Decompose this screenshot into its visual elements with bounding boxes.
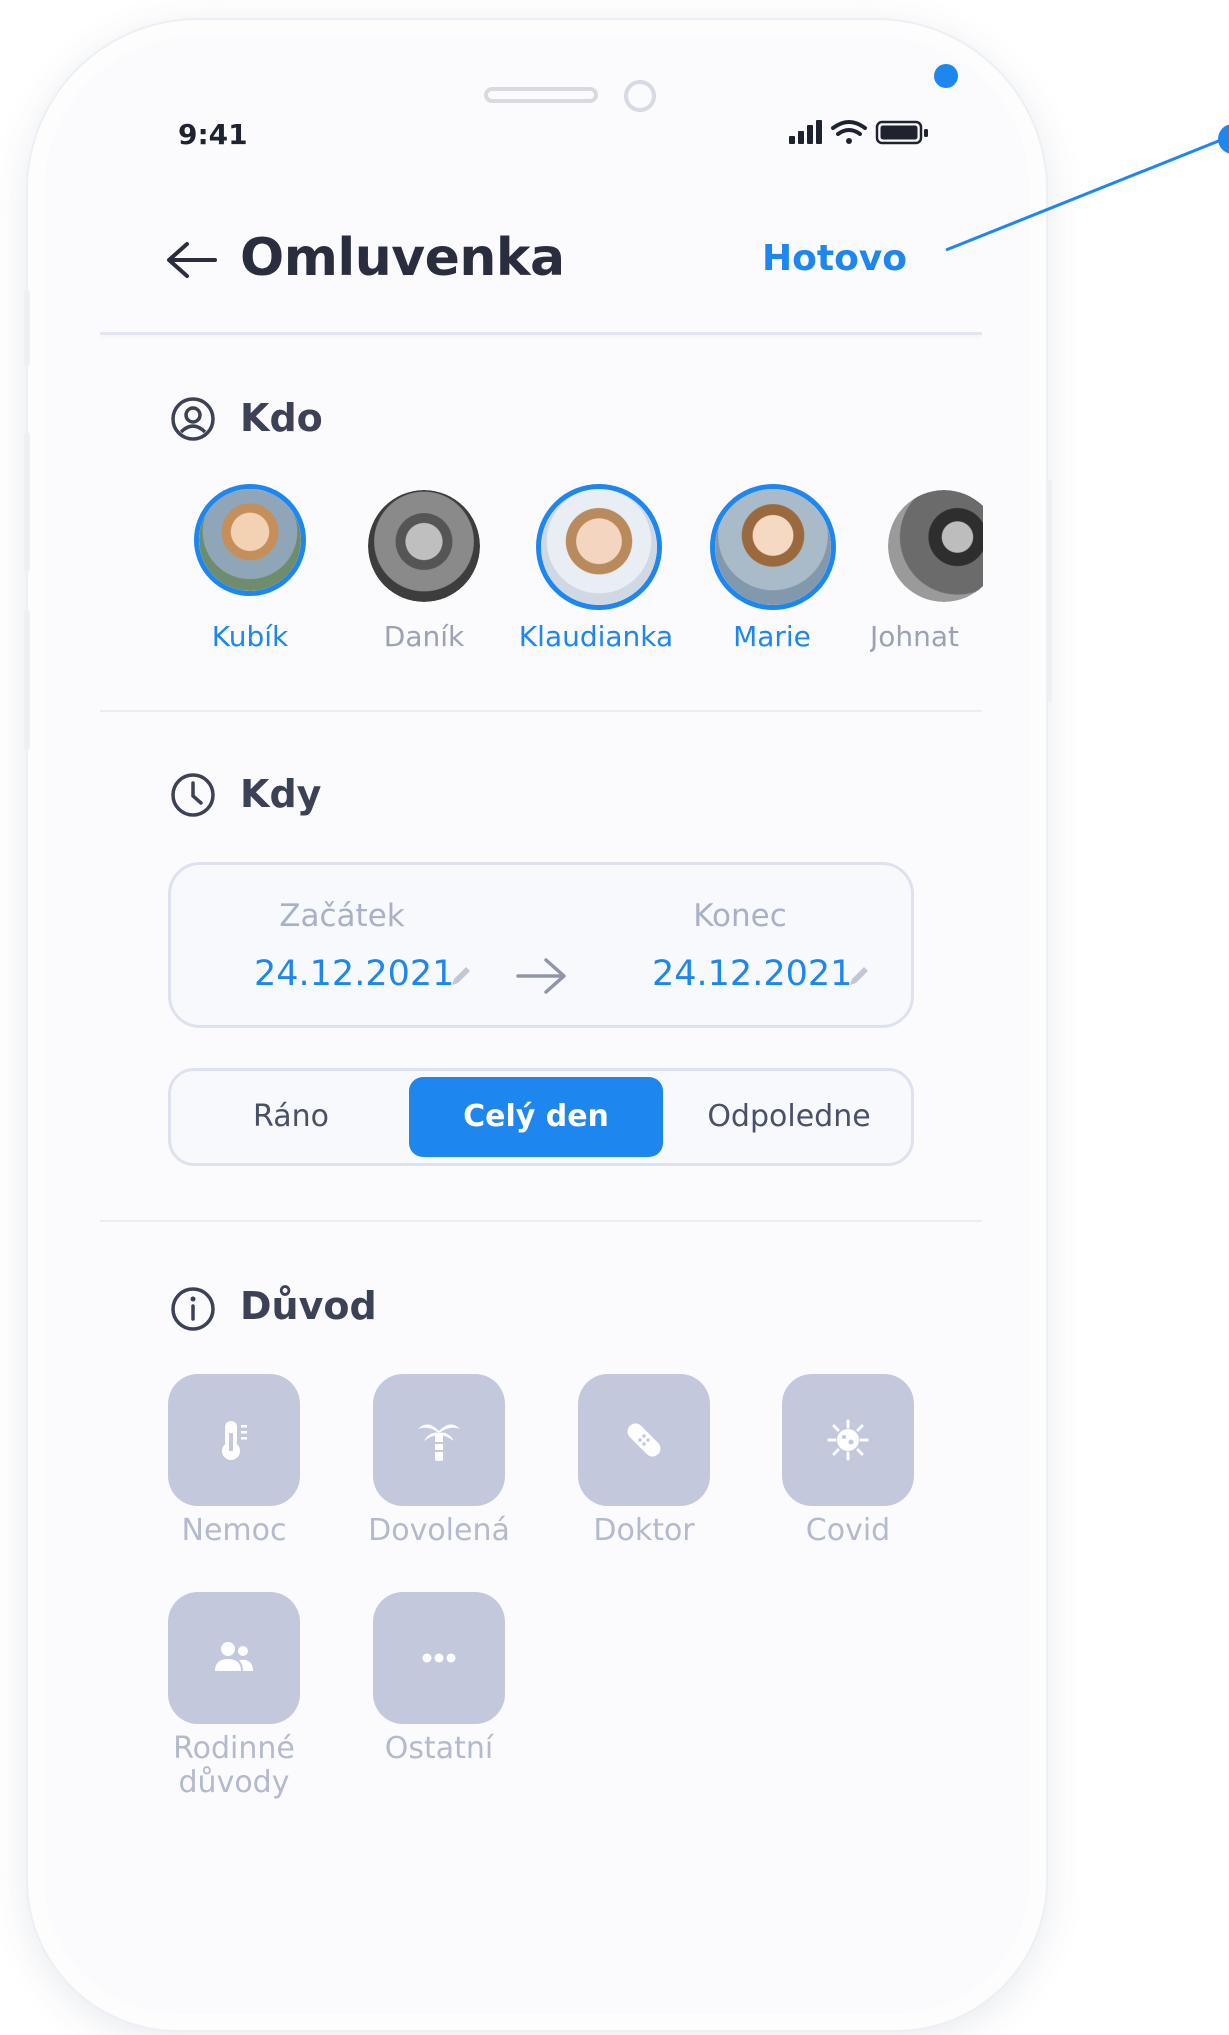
status-time: 9:41: [178, 118, 248, 151]
child-name-klaudianka[interactable]: Klaudianka: [496, 620, 696, 653]
when-divider: [100, 1220, 982, 1222]
who-section-title: Kdo: [240, 396, 323, 440]
start-date-label: Začátek: [279, 898, 405, 934]
reason-covid-label: Covid: [805, 1513, 891, 1548]
reason-illness-button[interactable]: [168, 1374, 300, 1506]
segment-afternoon[interactable]: Odpoledne: [667, 1071, 911, 1163]
when-section-title: Kdy: [240, 772, 322, 816]
battery-icon: [875, 120, 928, 145]
end-date-value[interactable]: 24.12.2021: [652, 954, 852, 994]
avatar-klaudianka[interactable]: [536, 484, 662, 610]
who-divider: [100, 710, 982, 712]
speaker-grille: [484, 87, 598, 103]
user-circle-icon: [171, 397, 215, 441]
reason-other-label: Ostatní: [384, 1731, 494, 1766]
reason-doctor-label: Doktor: [593, 1513, 695, 1548]
reason-section-title: Důvod: [240, 1284, 377, 1328]
reason-family-label-line2: důvody: [178, 1765, 290, 1800]
done-button[interactable]: Hotovo: [762, 238, 907, 279]
avatar-danik[interactable]: [368, 490, 480, 602]
thermometer-icon: [222, 1421, 247, 1460]
reason-illness-label: Nemoc: [181, 1513, 287, 1548]
end-date-label: Konec: [693, 898, 787, 934]
pencil-icon[interactable]: [846, 963, 872, 989]
child-name-danik[interactable]: Daník: [344, 620, 504, 653]
reason-family-label-line1: Rodinné: [173, 1731, 295, 1766]
start-date-value[interactable]: 24.12.2021: [254, 954, 454, 994]
front-camera: [624, 80, 656, 112]
arrow-right-icon: [516, 958, 566, 994]
palm-tree-icon: [418, 1424, 460, 1461]
pencil-icon[interactable]: [448, 963, 474, 989]
virus-icon: [827, 1419, 869, 1461]
clock-icon: [171, 773, 215, 817]
page-title: Omluvenka: [240, 228, 565, 288]
avatar-kubik[interactable]: [194, 484, 306, 596]
reason-vacation-label: Dovolená: [368, 1513, 510, 1548]
reason-family-button[interactable]: [168, 1592, 300, 1724]
child-name-johnat[interactable]: Johnat: [870, 620, 982, 653]
child-name-marie[interactable]: Marie: [692, 620, 852, 653]
reason-covid-button[interactable]: [782, 1374, 914, 1506]
day-part-selector: Ráno Celý den Odpoledne: [168, 1068, 914, 1166]
screen-right-edge: [983, 480, 1023, 660]
signal-icon: [789, 120, 822, 144]
reason-other-button[interactable]: [373, 1592, 505, 1724]
family-icon: [215, 1642, 253, 1671]
child-name-kubik[interactable]: Kubík: [170, 620, 330, 653]
status-icons: [789, 120, 928, 145]
reason-vacation-button[interactable]: [373, 1374, 505, 1506]
info-icon: [171, 1287, 215, 1331]
mute-switch: [24, 290, 30, 366]
wifi-icon: [831, 120, 867, 144]
annotation-dot: [934, 64, 958, 88]
bandage-icon: [627, 1423, 661, 1457]
reason-family-label: Rodinné důvody: [134, 1732, 334, 1800]
annotation-line: [945, 136, 1227, 252]
segment-full-day[interactable]: Celý den: [409, 1077, 663, 1157]
avatar-marie[interactable]: [710, 484, 836, 610]
volume-up-button: [24, 432, 30, 572]
back-arrow-icon[interactable]: [165, 240, 217, 280]
header-divider: [100, 332, 982, 335]
more-dots-icon: [422, 1653, 456, 1663]
segment-morning[interactable]: Ráno: [181, 1071, 401, 1163]
date-range-card: [168, 862, 914, 1028]
power-button: [1046, 480, 1052, 702]
volume-down-button: [24, 610, 30, 750]
reason-doctor-button[interactable]: [578, 1374, 710, 1506]
